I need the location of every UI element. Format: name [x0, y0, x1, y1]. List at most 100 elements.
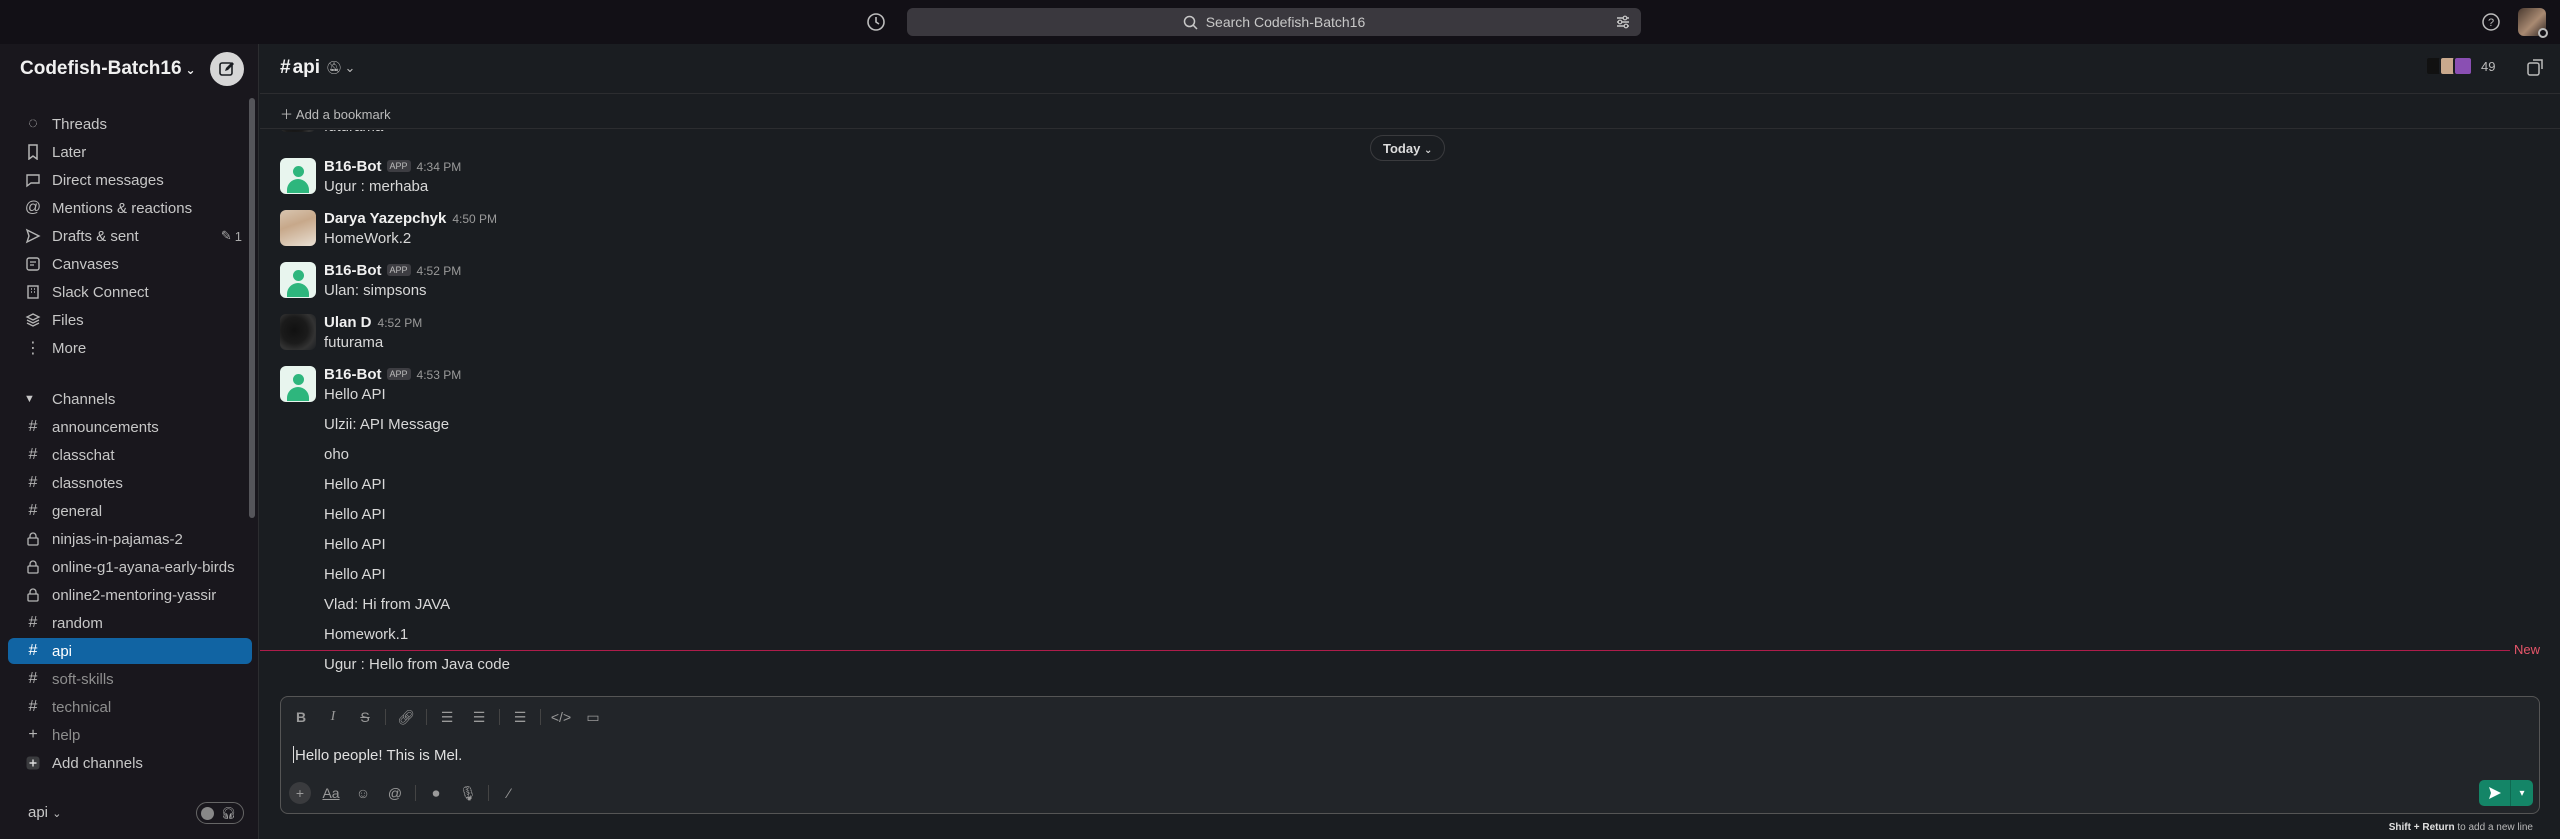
workspace-name[interactable]: Codefish-Batch16 ⌄	[20, 58, 196, 80]
sidebar-item-classnotes[interactable]: # classnotes	[8, 470, 252, 496]
canvas-icon	[24, 255, 42, 273]
bot-avatar[interactable]	[280, 366, 316, 402]
message-time[interactable]: 4:52 PM	[417, 264, 462, 278]
huddle-toggle[interactable]: 🎧︎	[196, 802, 244, 824]
sidebar-item-more[interactable]: ⋮ More	[8, 335, 252, 361]
member-list-button[interactable]: 49	[2425, 56, 2495, 76]
link-icon[interactable]: 🔗︎	[394, 705, 418, 729]
footer-channel-switcher[interactable]: api ⌄	[28, 804, 61, 821]
ordered-list-icon[interactable]: ☰	[435, 705, 459, 729]
slash-command-icon[interactable]: ⁄	[497, 781, 521, 805]
avatar[interactable]	[280, 210, 316, 246]
huddle-icon[interactable]	[2525, 58, 2545, 78]
lock-icon	[24, 558, 42, 576]
message-author[interactable]: B16-Bot	[324, 262, 382, 279]
caret-down-icon: ▼	[24, 393, 35, 405]
message-text: Hello API	[324, 536, 386, 553]
app-badge: APP	[386, 264, 411, 276]
hash-icon: #	[28, 474, 38, 491]
send-icon	[24, 227, 42, 245]
plus-icon[interactable]: +	[289, 782, 311, 804]
history-icon[interactable]	[865, 11, 887, 33]
chevron-down-icon: ⌄	[185, 63, 196, 77]
member-count: 49	[2481, 58, 2496, 74]
date-divider-today[interactable]: Today ⌄	[1370, 135, 1446, 161]
channels-section-header[interactable]: ▼ Channels	[8, 386, 238, 412]
sidebar-item-online2-mentoring-yassir[interactable]: online2-mentoring-yassir	[8, 582, 252, 608]
message-author[interactable]: Ulan D	[324, 314, 372, 331]
sidebar-item-api[interactable]: # api	[8, 638, 252, 664]
message-text: futurama	[324, 334, 384, 351]
mention-icon[interactable]: @	[383, 781, 407, 805]
text-format-icon[interactable]: Aa	[319, 781, 343, 805]
sidebar-item-mentions[interactable]: @ Mentions & reactions	[8, 195, 252, 221]
composer-actions: + Aa ☺ @ ⏺ 🎙︎ ⁄	[289, 781, 529, 805]
message-composer: B I S 🔗︎ ☰ ☰ ☰ </> ▭ Hello people! This …	[280, 696, 2540, 814]
message-time[interactable]: 4:50 PM	[452, 212, 497, 226]
bot-avatar[interactable]	[280, 158, 316, 194]
sidebar-item-announcements[interactable]: # announcements	[8, 414, 252, 440]
add-bookmark-button[interactable]: ＋ Add a bookmark	[280, 104, 391, 123]
channel-title[interactable]: # api 🔕︎ ⌄	[280, 57, 355, 79]
video-icon[interactable]: ⏺	[424, 781, 448, 805]
message-input[interactable]: Hello people! This is Mel.	[293, 746, 462, 764]
message-text: Hello API	[324, 506, 386, 523]
channel-header: # api 🔕︎ ⌄ 49	[260, 44, 2560, 94]
sidebar-item-classchat[interactable]: # classchat	[8, 442, 252, 468]
send-button[interactable]: ▾	[2479, 780, 2533, 806]
search-input[interactable]: Search Codefish-Batch16	[907, 8, 1641, 36]
sidebar-item-canvases[interactable]: Canvases	[8, 251, 252, 277]
message-author[interactable]: B16-Bot	[324, 366, 382, 383]
svg-text:?: ?	[2488, 17, 2494, 29]
sidebar-item-slack-connect[interactable]: Slack Connect	[8, 279, 252, 305]
help-icon[interactable]: ?	[2480, 11, 2502, 33]
search-placeholder: Search Codefish-Batch16	[1205, 14, 1366, 30]
new-messages-divider	[260, 650, 2510, 651]
sidebar-item-technical[interactable]: # technical	[8, 694, 252, 720]
dm-icon	[24, 171, 42, 189]
message-time[interactable]: 4:52 PM	[378, 316, 423, 330]
sidebar-item-later[interactable]: Later	[8, 139, 252, 165]
lock-icon	[24, 530, 42, 548]
sidebar-item-ninjas-in-pajamas-2[interactable]: ninjas-in-pajamas-2	[8, 526, 252, 552]
code-block-icon[interactable]: ▭	[581, 705, 605, 729]
sidebar-item-files[interactable]: Files	[8, 307, 252, 333]
bot-avatar[interactable]	[280, 262, 316, 298]
emoji-icon[interactable]: ☺	[351, 781, 375, 805]
message-time[interactable]: 4:53 PM	[417, 368, 462, 382]
sidebar-item-soft-skills[interactable]: # soft-skills	[8, 666, 252, 692]
message-text: Ulan: simpsons	[324, 282, 427, 299]
sidebar-item-direct-messages[interactable]: Direct messages	[8, 167, 252, 193]
send-icon[interactable]	[2479, 780, 2511, 806]
avatar[interactable]	[280, 314, 316, 350]
bulleted-list-icon[interactable]: ☰	[467, 705, 491, 729]
code-icon[interactable]: </>	[549, 705, 573, 729]
lock-icon	[24, 586, 42, 604]
italic-icon[interactable]: I	[321, 705, 345, 729]
message-author[interactable]: B16-Bot	[324, 158, 382, 175]
sidebar-scrollbar[interactable]	[249, 98, 255, 518]
compose-button[interactable]	[210, 52, 244, 86]
sidebar-item-general[interactable]: # general	[8, 498, 252, 524]
sidebar-item-threads[interactable]: ◌ Threads	[8, 111, 252, 137]
sidebar-item-drafts[interactable]: Drafts & sent ✎ 1	[8, 223, 252, 249]
message-text: Vlad: Hi from JAVA	[324, 596, 451, 613]
message-time[interactable]: 4:34 PM	[417, 160, 462, 174]
strikethrough-icon[interactable]: S	[353, 705, 377, 729]
presence-status-icon	[2538, 28, 2548, 38]
schedule-chevron-icon[interactable]: ▾	[2511, 788, 2533, 799]
sidebar-item-help[interactable]: + help	[8, 722, 252, 748]
sidebar-item-online-g1-ayana-early-birds[interactable]: online-g1-ayana-early-birds	[8, 554, 252, 580]
message-author[interactable]: Darya Yazepchyk	[324, 210, 446, 227]
layers-icon	[24, 311, 42, 329]
blockquote-icon[interactable]: ☰	[508, 705, 532, 729]
more-icon: ⋮	[25, 340, 41, 357]
chevron-down-icon: ⌄	[344, 60, 356, 75]
add-channels-button[interactable]: Add channels	[8, 750, 252, 776]
bold-icon[interactable]: B	[289, 705, 313, 729]
avatar[interactable]	[280, 130, 316, 132]
member-avatar	[2453, 56, 2473, 76]
microphone-icon[interactable]: 🎙︎	[456, 781, 480, 805]
filter-icon[interactable]	[1615, 14, 1631, 30]
sidebar-item-random[interactable]: # random	[8, 610, 252, 636]
